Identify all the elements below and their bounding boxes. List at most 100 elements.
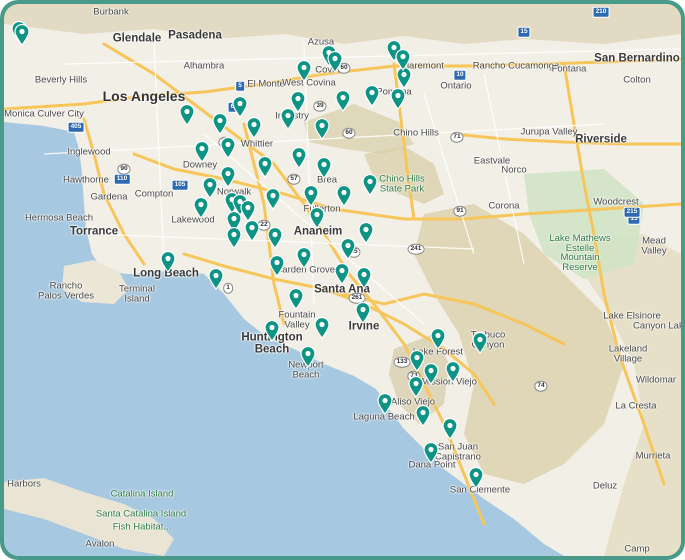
state-route-shield-91: 91 — [453, 205, 467, 217]
location-marker-icon[interactable] — [179, 104, 195, 126]
location-marker-icon[interactable] — [423, 442, 439, 464]
city-label-compton: Compton — [134, 188, 174, 200]
location-marker-icon[interactable] — [334, 263, 350, 285]
location-marker-icon[interactable] — [267, 227, 283, 249]
location-marker-icon[interactable] — [208, 268, 224, 290]
location-marker-icon[interactable] — [415, 405, 431, 427]
city-label-los-angeles: Los Angeles — [102, 88, 186, 104]
city-label-santa-catalina-island: Santa Catalina Island — [95, 508, 187, 520]
city-label-inglewood: Inglewood — [67, 146, 111, 158]
location-marker-icon[interactable] — [220, 166, 236, 188]
location-marker-icon[interactable] — [246, 117, 262, 139]
interstate-shield-15: 15 — [517, 26, 531, 38]
city-label-murrieta: Murrieta — [635, 450, 671, 462]
location-marker-icon[interactable] — [314, 317, 330, 339]
location-marker-icon[interactable] — [340, 238, 356, 260]
city-label-hawthorne: Hawthorne — [63, 174, 109, 186]
location-marker-icon[interactable] — [220, 137, 236, 159]
city-label-fish-habitat: Fish Habitat... — [112, 521, 172, 533]
map-canvas[interactable]: Los Angeles Anaheim Long Beach Santa Ana Irv… — [4, 4, 681, 556]
city-label-fountain-valley: Fountain Valley — [278, 309, 316, 330]
location-marker-icon[interactable] — [202, 177, 218, 199]
location-marker-icon[interactable] — [423, 363, 439, 385]
location-marker-icon[interactable] — [232, 96, 248, 118]
city-label-beverly-hills: Beverly Hills — [34, 74, 88, 86]
city-label-riverside: Riverside — [575, 133, 627, 146]
city-label-rancho-cucamonga: Rancho Cucamonga — [472, 60, 560, 72]
location-marker-icon[interactable] — [430, 328, 446, 350]
city-label-colton: Colton — [623, 74, 651, 86]
location-marker-icon[interactable] — [296, 60, 312, 82]
location-marker-icon[interactable] — [364, 85, 380, 107]
location-marker-icon[interactable] — [335, 90, 351, 112]
location-marker-icon[interactable] — [280, 108, 296, 130]
city-label-el-monte: El Monte — [247, 78, 285, 90]
location-marker-icon[interactable] — [377, 393, 393, 415]
city-label-rancho-palos-verdes: Rancho Palos Verdes — [38, 280, 94, 301]
location-marker-icon[interactable] — [314, 118, 330, 140]
interstate-shield-110: 110 — [113, 173, 131, 185]
location-marker-icon[interactable] — [193, 197, 209, 219]
city-label-wildomar: Wildomar — [635, 374, 677, 386]
location-marker-icon[interactable] — [327, 51, 343, 73]
city-label-glendale: Glendale — [112, 32, 162, 45]
city-label-ontario: Ontario — [440, 80, 472, 92]
state-route-shield-60: 60 — [342, 127, 356, 139]
interstate-shield-405: 405 — [67, 121, 85, 133]
location-marker-icon[interactable] — [14, 24, 30, 46]
city-label-chino-hills: Chino Hills — [393, 127, 439, 139]
city-label-torrance: Torrance — [69, 225, 119, 238]
location-marker-icon[interactable] — [288, 288, 304, 310]
location-marker-icon[interactable] — [269, 255, 285, 277]
location-marker-icon[interactable] — [309, 207, 325, 229]
location-marker-icon[interactable] — [472, 332, 488, 354]
city-label-fontana: Fontana — [551, 63, 587, 75]
map-frame: Los Angeles Anaheim Long Beach Santa Ana Irv… — [0, 0, 685, 560]
city-label-harbors: Harbors — [7, 478, 41, 490]
location-marker-icon[interactable] — [468, 467, 484, 489]
city-label-burbank: Burbank — [93, 6, 129, 18]
location-marker-icon[interactable] — [442, 418, 458, 440]
location-marker-icon[interactable] — [356, 267, 372, 289]
location-marker-icon[interactable] — [316, 157, 332, 179]
location-marker-icon[interactable] — [358, 222, 374, 244]
location-marker-icon[interactable] — [390, 88, 406, 110]
interstate-shield-5: 5 — [235, 80, 245, 92]
city-label-pasadena: Pasadena — [168, 29, 222, 42]
location-marker-icon[interactable] — [264, 320, 280, 342]
location-marker-icon[interactable] — [244, 220, 260, 242]
location-marker-icon[interactable] — [408, 376, 424, 398]
state-route-shield-241: 241 — [407, 243, 425, 255]
location-marker-icon[interactable] — [300, 346, 316, 368]
state-route-shield-74: 74 — [534, 380, 548, 392]
location-marker-icon[interactable] — [212, 113, 228, 135]
location-marker-icon[interactable] — [291, 147, 307, 169]
location-marker-icon[interactable] — [395, 49, 411, 71]
location-marker-icon[interactable] — [257, 156, 273, 178]
state-route-shield-133: 133 — [393, 356, 411, 368]
city-label-canyon-lake: Canyon Lake — [633, 320, 681, 332]
city-label-jurupa-valley: Jurupa Valley — [520, 126, 578, 138]
city-label-catalina-island: Catalina Island — [110, 488, 174, 500]
city-label-corona: Corona — [488, 200, 520, 212]
location-marker-icon[interactable] — [336, 185, 352, 207]
location-marker-icon[interactable] — [160, 251, 176, 273]
city-label-terminal-island: Terminal Island — [119, 283, 155, 304]
state-route-shield-1: 1 — [223, 282, 233, 294]
state-route-shield-39: 39 — [313, 100, 327, 112]
location-marker-icon[interactable] — [240, 200, 256, 222]
city-label-norco: Norco — [501, 164, 527, 176]
city-label-camp: Camp — [624, 543, 650, 555]
location-marker-icon[interactable] — [265, 188, 281, 210]
interstate-shield-10: 10 — [453, 69, 467, 81]
location-marker-icon[interactable] — [303, 185, 319, 207]
location-marker-icon[interactable] — [226, 227, 242, 249]
location-marker-icon[interactable] — [355, 302, 371, 324]
city-label-alhambra: Alhambra — [183, 60, 225, 72]
location-marker-icon[interactable] — [296, 247, 312, 269]
location-marker-icon[interactable] — [194, 141, 210, 163]
city-label-avalon: Avalon — [85, 538, 115, 550]
location-marker-icon[interactable] — [445, 361, 461, 383]
location-marker-icon[interactable] — [362, 174, 378, 196]
city-label-la-cresta: La Cresta — [615, 400, 657, 412]
